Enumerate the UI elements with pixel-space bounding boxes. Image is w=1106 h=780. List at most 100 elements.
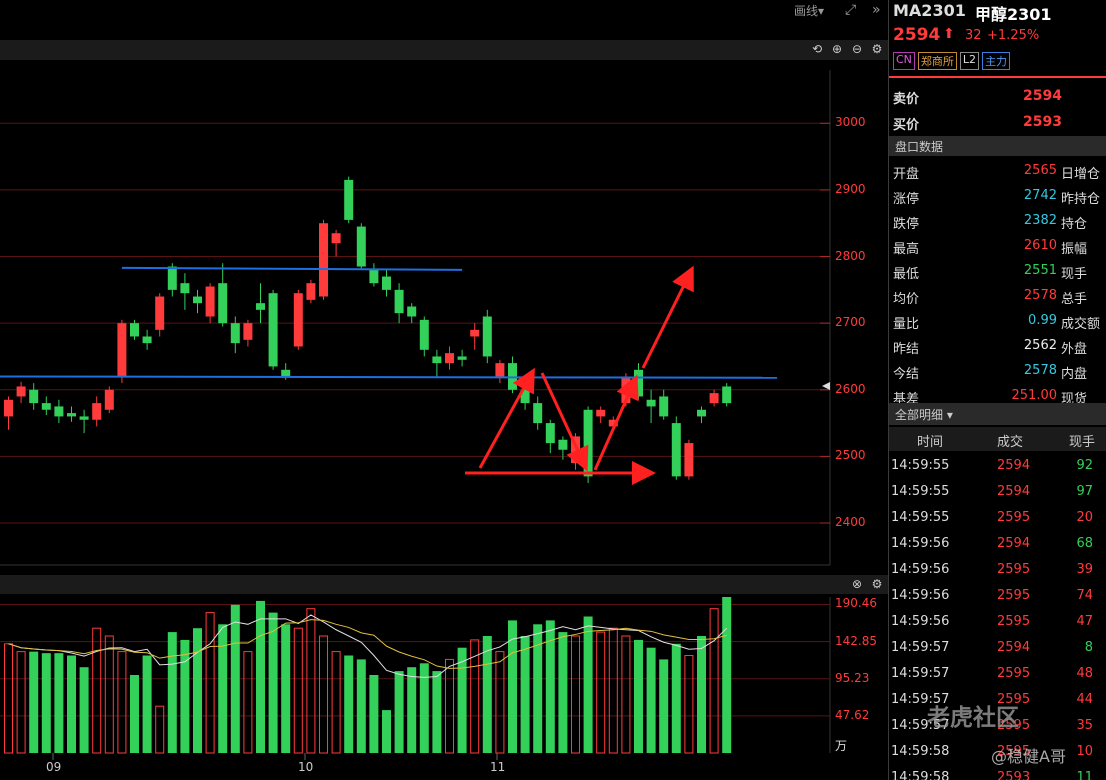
candle-body	[697, 409, 706, 417]
candle-body	[722, 386, 732, 404]
candle-body	[306, 283, 316, 300]
candle-body	[646, 399, 656, 407]
candle-body	[659, 396, 669, 417]
stat-value: 2610	[1023, 238, 1057, 253]
tick-price: 2595	[997, 666, 1031, 681]
volume-bar	[646, 647, 656, 753]
candle-body	[293, 293, 303, 347]
volume-bar	[92, 627, 102, 754]
candle-body	[193, 296, 202, 304]
tick-price: 2595	[997, 588, 1031, 603]
stat-label: 涨停	[893, 192, 920, 207]
volume-bar	[331, 651, 341, 754]
volume-bar	[117, 651, 127, 754]
watermark-brand: 老虎社区	[927, 705, 1019, 731]
volume-header: ⊗ ⚙	[0, 575, 888, 594]
volume-bar	[445, 658, 454, 754]
volume-bar	[470, 639, 480, 754]
stat-label: 内盘	[1061, 367, 1088, 382]
stat-row: 今结 2578 内盘	[889, 358, 1106, 383]
ticks-filter[interactable]: 全部明细 ▾	[889, 403, 1106, 425]
settings-icon[interactable]: ⚙	[870, 577, 884, 591]
tag-l2[interactable]: L2	[959, 52, 980, 70]
price-change: 32	[965, 28, 982, 43]
candle-body	[142, 336, 152, 344]
stat-label: 跌停	[893, 217, 920, 232]
close-icon[interactable]: ⊗	[850, 577, 864, 591]
price-tick-label: 2700	[835, 315, 866, 330]
last-price: 2594	[893, 25, 941, 45]
volume-tick-label: 142.85	[835, 633, 877, 648]
tick-price: 2594	[997, 458, 1031, 473]
volume-bar	[205, 612, 215, 754]
tag-exchange[interactable]: 郑商所	[917, 52, 957, 70]
candle-body	[457, 356, 467, 360]
tick-volume: 10	[1076, 744, 1093, 759]
candle-body	[92, 403, 102, 420]
tick-price: 2594	[997, 484, 1031, 499]
stat-label: 开盘	[893, 167, 920, 182]
date-tick-label: 09	[46, 760, 62, 774]
stat-label: 量比	[893, 317, 920, 332]
price-tick-label: 2600	[835, 381, 866, 396]
volume-ma-line	[8, 614, 728, 678]
stat-value: 2562	[1023, 338, 1057, 353]
candle-body	[671, 423, 681, 477]
tick-row: 14:59:56 2595 74	[889, 583, 1106, 609]
tag-cn[interactable]: CN	[893, 52, 915, 70]
volume-unit: 万	[835, 739, 848, 753]
tick-volume: 47	[1076, 614, 1093, 629]
volume-bar	[432, 671, 442, 753]
stat-label: 总手	[1061, 292, 1088, 307]
stat-label: 昨持仓	[1061, 192, 1101, 207]
ticks-header: 时间 成交 现手	[889, 427, 1106, 451]
volume-bar	[596, 631, 606, 754]
candle-body	[167, 266, 177, 290]
stat-label: 现手	[1061, 267, 1088, 282]
tick-volume: 74	[1076, 588, 1093, 603]
stat-value: 2578	[1023, 288, 1057, 303]
ask-row: 卖价 2594	[893, 88, 1062, 107]
annotation-arrow	[478, 367, 535, 469]
volume-bar	[583, 616, 593, 753]
price-tick-label: 2800	[835, 248, 866, 263]
tag-list: CN 郑商所 L2 主力	[893, 52, 1011, 70]
volume-bar	[293, 627, 303, 754]
volume-bar	[54, 653, 64, 753]
volume-bar	[268, 612, 278, 753]
tick-price: 2595	[997, 510, 1031, 525]
tick-time: 14:59:55	[891, 458, 950, 473]
resistance-line	[0, 375, 778, 379]
volume-bar	[394, 671, 404, 753]
tick-price: 2594	[997, 640, 1031, 655]
stat-row: 均价 2578 总手	[889, 283, 1106, 308]
candle-body	[634, 369, 643, 397]
volume-bar	[256, 600, 265, 753]
candle-body	[533, 403, 543, 424]
volume-ma-line	[8, 619, 727, 669]
candle-body	[419, 319, 429, 350]
stat-value: 251.00	[1011, 388, 1058, 403]
candle-body	[67, 413, 76, 417]
candlestick-chart[interactable]	[0, 0, 888, 780]
volume-bar	[709, 608, 719, 754]
volume-bar	[671, 643, 681, 753]
kline-chart-area[interactable]: 画线▾ ⤢ » ⟲ ⊕ ⊖ ⚙ 3000 2900 2800 2700 2600 2500…	[0, 0, 888, 780]
tag-main[interactable]: 主力	[982, 52, 1011, 70]
tick-time: 14:59:56	[891, 562, 950, 577]
stat-value: 2578	[1023, 363, 1057, 378]
candle-body	[407, 306, 417, 317]
candle-body	[382, 276, 391, 290]
tick-row: 14:59:55 2594 97	[889, 479, 1106, 505]
tick-volume: 92	[1076, 458, 1093, 473]
volume-bar	[4, 643, 13, 754]
tick-row: 14:59:57 2594 8	[889, 635, 1106, 661]
volume-bar	[369, 675, 379, 753]
candle-body	[470, 329, 480, 337]
volume-bar	[16, 651, 26, 754]
stat-value: 2565	[1023, 163, 1057, 178]
tick-time: 14:59:57	[891, 640, 950, 655]
watermark-author: @稳健A哥	[991, 747, 1066, 766]
volume-tick-label: 47.62	[835, 707, 870, 722]
volume-bar	[495, 651, 505, 754]
